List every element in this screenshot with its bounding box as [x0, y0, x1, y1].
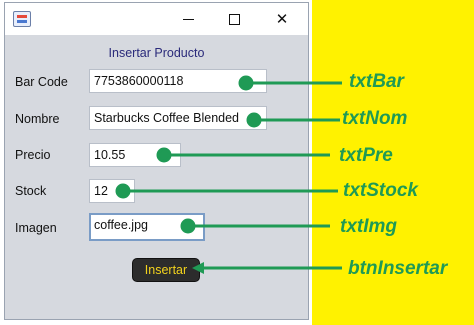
- txtbar-pointer-dot: [238, 75, 254, 91]
- annotation-txtbar: txtBar: [349, 71, 404, 92]
- annotation-txtpre: txtPre: [339, 145, 393, 166]
- txtnom-pointer-dot: [246, 112, 262, 128]
- btninsertar-arrow-head: [192, 262, 204, 274]
- annotation-txtnom: txtNom: [342, 108, 408, 129]
- txtpre-pointer-dot: [156, 147, 172, 163]
- txtimg-pointer-dot: [180, 218, 196, 234]
- annotation-btninsertar: btnInsertar: [348, 258, 448, 279]
- txtstock-pointer-dot: [115, 183, 131, 199]
- annotation-txtimg: txtImg: [340, 216, 397, 237]
- annotation-txtstock: txtStock: [343, 180, 418, 201]
